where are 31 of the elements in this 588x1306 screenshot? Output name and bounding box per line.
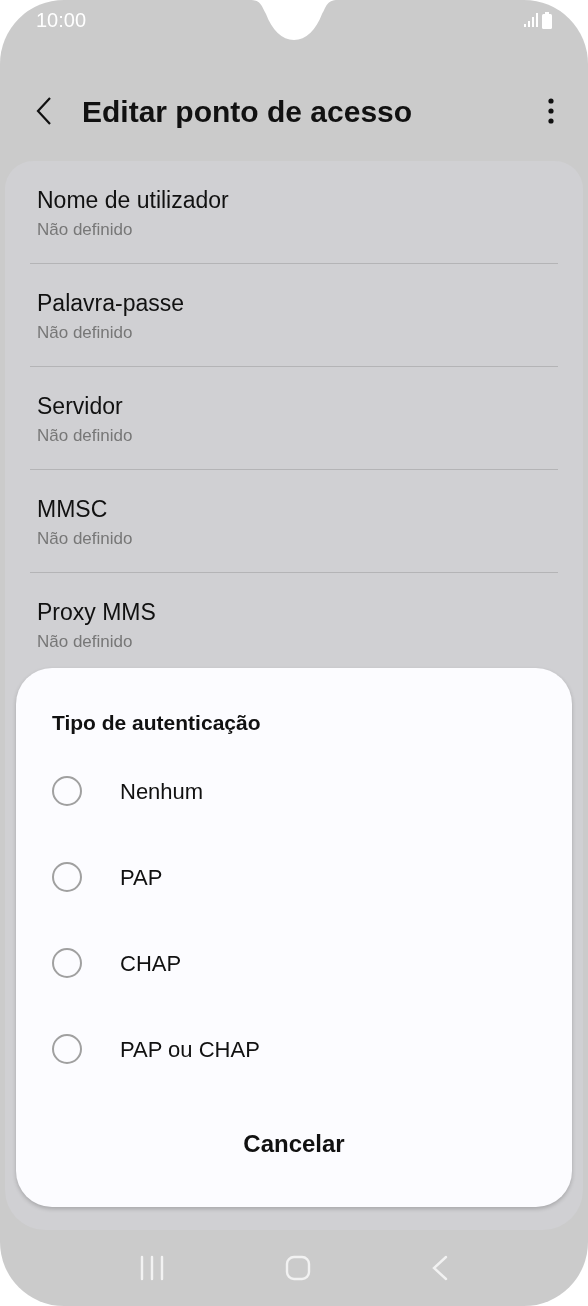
radio-option[interactable]: CHAP <box>16 920 572 1006</box>
page-title: Editar ponto de acesso <box>82 93 414 130</box>
setting-value: Não definido <box>37 631 134 653</box>
setting-title: Palavra-passe <box>37 289 186 317</box>
radio-button[interactable] <box>52 1034 82 1064</box>
more-options-icon[interactable] <box>548 98 554 124</box>
home-icon[interactable] <box>285 1255 311 1281</box>
setting-value: Não definido <box>37 322 134 344</box>
battery-icon <box>542 11 552 29</box>
option-label: PAP <box>120 863 163 892</box>
radio-button[interactable] <box>52 948 82 978</box>
radio-option[interactable]: Nenhum <box>16 748 572 834</box>
cancel-button[interactable]: Cancelar <box>231 1122 357 1166</box>
setting-title: MMSC <box>37 495 109 523</box>
setting-value: Não definido <box>37 425 134 447</box>
radio-button[interactable] <box>52 862 82 892</box>
radio-option[interactable]: PAP ou CHAP <box>16 1006 572 1092</box>
option-label: CHAP <box>120 949 182 978</box>
option-label: Nenhum <box>120 777 204 806</box>
recent-apps-icon[interactable] <box>140 1255 165 1281</box>
dialog-title: Tipo de autenticação <box>51 710 262 736</box>
setting-value: Não definido <box>37 219 134 241</box>
setting-value: Não definido <box>37 528 134 550</box>
setting-title: Servidor <box>37 392 124 420</box>
setting-title: Nome de utilizador <box>37 186 230 214</box>
setting-title: Proxy MMS <box>37 598 157 626</box>
signal-icon <box>524 13 538 27</box>
back-icon[interactable] <box>36 97 52 125</box>
radio-button[interactable] <box>52 776 82 806</box>
option-label: PAP ou CHAP <box>120 1035 260 1064</box>
radio-option[interactable]: PAP <box>16 834 572 920</box>
